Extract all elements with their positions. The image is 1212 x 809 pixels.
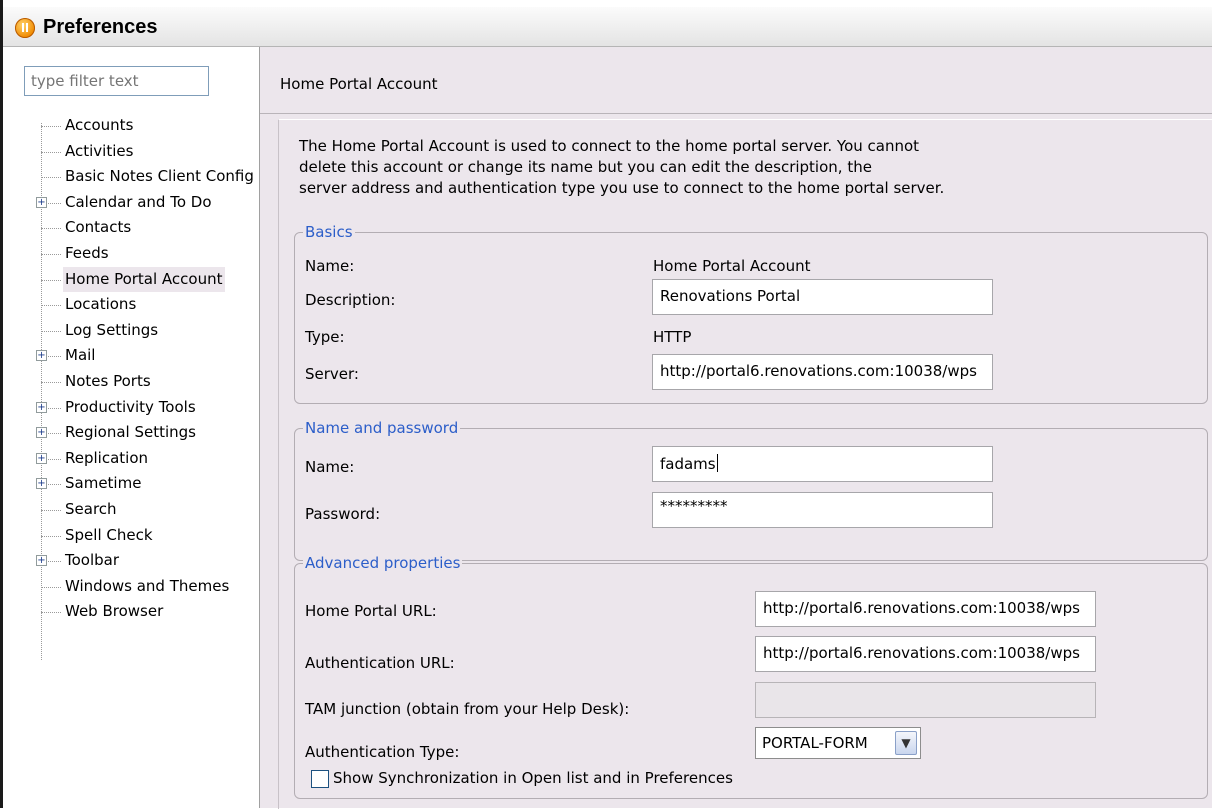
tam-junction-field	[755, 682, 1096, 718]
plus-expander-icon[interactable]: +	[36, 478, 47, 490]
authentication-type-select[interactable]: PORTAL-FORM ▼	[755, 727, 921, 759]
tree-item-label: Web Browser	[65, 602, 164, 621]
tree-item-label: Search	[65, 499, 117, 518]
chevron-down-icon[interactable]: ▼	[895, 731, 917, 755]
home-portal-url-label: Home Portal URL:	[305, 602, 437, 620]
description-line: The Home Portal Account is used to conne…	[299, 137, 920, 155]
tree-item-label: Mail	[65, 346, 96, 365]
text-caret	[716, 454, 718, 472]
preferences-tree-pane: Accounts Activities Basic Notes Client Con…	[3, 47, 260, 808]
plus-expander-icon[interactable]: +	[36, 555, 47, 567]
plus-expander-icon[interactable]: +	[36, 401, 47, 413]
password-label: Password:	[305, 505, 381, 523]
page-content: The Home Portal Account is used to conne…	[278, 119, 1212, 809]
window-title: Preferences	[43, 16, 158, 38]
tree-item-label: Home Portal Account	[63, 266, 225, 293]
description-label: Description:	[305, 291, 396, 309]
tree-item-label: Accounts	[65, 116, 134, 134]
authentication-url-field[interactable]: http://portal6.renovations.com:10038/wps	[755, 636, 1096, 672]
type-label: Type:	[305, 328, 345, 346]
tree-item-label: Notes Ports	[65, 371, 151, 390]
plus-expander-icon[interactable]: +	[36, 427, 47, 439]
tree-connector	[41, 177, 61, 179]
description-line: server address and authentication type y…	[299, 179, 945, 197]
server-field[interactable]: http://portal6.renovations.com:10038/wps	[652, 354, 993, 390]
tree-item-label: Sametime	[65, 474, 142, 493]
preferences-window: Preferences Accounts Activities Basic Note…	[0, 0, 1212, 809]
tree-connector	[41, 305, 61, 307]
tree-connector	[41, 381, 61, 383]
description-line: delete this account or change its name b…	[299, 158, 872, 176]
tree-item-label: Locations	[65, 295, 137, 314]
tree-connector	[41, 586, 61, 588]
basics-group: Basics Name: Home Portal Account Descrip…	[294, 222, 1208, 404]
tam-junction-label: TAM junction (obtain from your Help Desk…	[305, 700, 630, 718]
account-name-field[interactable]: fadams	[652, 446, 993, 482]
tree-connector	[41, 228, 61, 230]
tree-item-label: Log Settings	[65, 320, 159, 339]
tree-connector	[41, 509, 61, 511]
show-synchronization-label[interactable]: Show Synchronization in Open list and in…	[333, 769, 733, 787]
tree-connector	[41, 126, 61, 127]
page-title: Home Portal Account	[280, 75, 438, 93]
tree-item-label: Basic Notes Client Config	[65, 167, 254, 186]
plus-expander-icon[interactable]: +	[36, 196, 47, 208]
tree-connector	[41, 151, 61, 153]
tree-item-label: Productivity Tools	[65, 397, 196, 416]
basics-name-value: Home Portal Account	[653, 257, 811, 275]
tree-item-label: Spell Check	[65, 525, 153, 544]
basics-name-label: Name:	[305, 257, 355, 275]
tree-connector	[41, 330, 61, 332]
advanced-properties-legend: Advanced properties	[303, 553, 463, 573]
authentication-type-value: PORTAL-FORM	[762, 734, 868, 752]
tree-item-label: Contacts	[65, 218, 132, 237]
preference-page: Home Portal Account The Home Portal Acco…	[260, 47, 1212, 809]
password-field[interactable]: *********	[652, 492, 993, 528]
tree-item-label: Replication	[65, 448, 149, 467]
tree-item-label: Feeds	[65, 243, 109, 262]
account-name-label: Name:	[305, 458, 355, 476]
title-bar[interactable]: Preferences	[3, 7, 1212, 47]
account-name-text: fadams	[660, 455, 716, 473]
authentication-type-label: Authentication Type:	[305, 743, 460, 761]
tree-connector	[41, 535, 61, 537]
tree-connector	[41, 253, 61, 255]
advanced-properties-group: Advanced properties Home Portal URL: htt…	[294, 553, 1208, 799]
filter-input[interactable]	[24, 66, 209, 96]
tree-item-label: Windows and Themes	[65, 576, 230, 595]
authentication-url-label: Authentication URL:	[305, 654, 455, 672]
basics-legend: Basics	[303, 222, 355, 242]
server-label: Server:	[305, 365, 359, 383]
tree-item-label: Toolbar	[65, 551, 120, 570]
tree-item-label: Activities	[65, 141, 134, 160]
show-synchronization-checkbox[interactable]	[311, 770, 329, 788]
description-field[interactable]: Renovations Portal	[652, 279, 993, 315]
notes-app-icon	[15, 18, 35, 38]
type-value: HTTP	[653, 328, 692, 346]
tree-item-label: Calendar and To Do	[65, 192, 212, 211]
tree-connector	[41, 612, 61, 614]
name-password-group: Name and password Name: fadams Password:…	[294, 418, 1208, 561]
tree-item-label: Regional Settings	[65, 423, 197, 442]
header-divider	[260, 113, 1212, 114]
plus-expander-icon[interactable]: +	[36, 350, 47, 362]
home-portal-url-field[interactable]: http://portal6.renovations.com:10038/wps	[755, 591, 1096, 627]
page-description: The Home Portal Account is used to conne…	[299, 136, 999, 199]
name-password-legend: Name and password	[303, 418, 461, 438]
tree-connector	[41, 279, 61, 281]
plus-expander-icon[interactable]: +	[36, 452, 47, 464]
